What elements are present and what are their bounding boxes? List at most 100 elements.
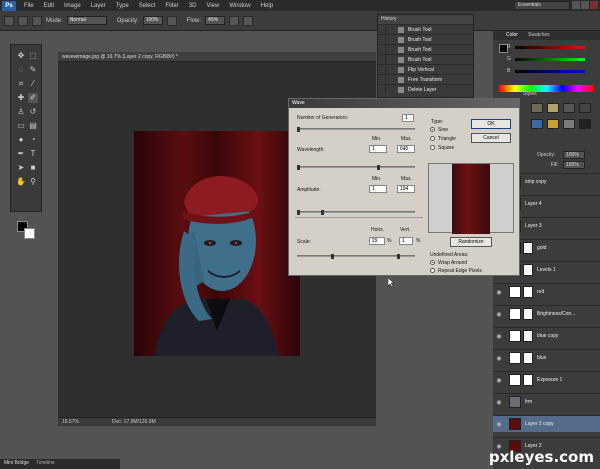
background-color-swatch[interactable]	[24, 228, 35, 239]
history-item[interactable]: Brush Tool	[378, 54, 473, 64]
blue-slider[interactable]: B	[507, 68, 585, 75]
close-icon[interactable]	[590, 1, 598, 9]
layer-mask-thumbnail[interactable]	[523, 374, 533, 386]
generators-input[interactable]: 1	[402, 114, 414, 122]
layer-fill-field[interactable]: 100%	[563, 161, 585, 169]
history-panel-title[interactable]: History	[378, 15, 473, 24]
amplitude-min-input[interactable]: 1	[369, 185, 387, 193]
history-item[interactable]: Delete Layer	[378, 84, 473, 94]
history-brush-tool-icon[interactable]: ↺	[28, 107, 38, 117]
style-swatch[interactable]	[547, 119, 559, 129]
visibility-eye-icon[interactable]: ◉	[493, 421, 505, 428]
pressure-size-icon[interactable]	[243, 15, 254, 26]
style-swatch[interactable]	[579, 119, 591, 129]
brush-size-icon[interactable]	[18, 15, 28, 26]
menu-window[interactable]: Window	[224, 3, 255, 9]
document-info[interactable]: Doc: 17.9M/126.9M	[112, 418, 156, 426]
visibility-eye-icon[interactable]: ◉	[493, 355, 505, 362]
healing-tool-icon[interactable]: ✚	[16, 93, 26, 103]
canvas-image[interactable]	[134, 131, 300, 356]
history-item[interactable]: Brush Tool	[378, 24, 473, 34]
hand-tool-icon[interactable]: ✋	[16, 177, 26, 187]
style-swatch[interactable]	[547, 103, 559, 113]
history-item[interactable]: Brush Tool	[378, 44, 473, 54]
layer-row[interactable]: ◉ Layer 2 copy	[493, 415, 600, 432]
scale-vert-input[interactable]: 1	[399, 237, 413, 245]
layer-thumbnail[interactable]	[509, 330, 521, 342]
menu-layer[interactable]: Layer	[86, 3, 111, 9]
amplitude-max-input[interactable]: 194	[397, 185, 415, 193]
type-triangle-radio[interactable]	[430, 136, 435, 141]
brush-panel-icon[interactable]	[32, 15, 42, 26]
airbrush-icon[interactable]	[229, 15, 240, 26]
layer-opacity-field[interactable]: 100%	[563, 151, 585, 159]
menu-select[interactable]: Select	[134, 3, 161, 9]
color-spectrum[interactable]	[499, 85, 594, 92]
history-item[interactable]: Brush Tool	[378, 34, 473, 44]
layer-row[interactable]: ◉ blue copy	[493, 327, 600, 344]
layer-row[interactable]: ◉ Brightness/Con...	[493, 305, 600, 322]
flow-field[interactable]: 45%	[205, 16, 226, 25]
layer-mask-thumbnail[interactable]	[523, 330, 533, 342]
opacity-field[interactable]: 100%	[142, 16, 163, 25]
layer-row[interactable]: ◉ frm	[493, 393, 600, 410]
layer-thumbnail[interactable]	[509, 352, 521, 364]
menu-filter[interactable]: Filter	[160, 3, 183, 9]
document-tab[interactable]: wavewimage.jpg @ 16.7% (Layer 2 copy, RG…	[58, 52, 376, 62]
path-select-tool-icon[interactable]: ➤	[16, 163, 26, 173]
layer-row[interactable]: ◉ Exposure 1	[493, 371, 600, 388]
layer-mask-thumbnail[interactable]	[523, 352, 533, 364]
menu-edit[interactable]: Edit	[39, 3, 59, 9]
pressure-opacity-icon[interactable]	[166, 15, 177, 26]
layer-row[interactable]: ◉ blue	[493, 349, 600, 366]
style-swatch[interactable]	[579, 103, 591, 113]
minimize-icon[interactable]	[572, 1, 580, 9]
history-item[interactable]: Free Transform	[378, 74, 473, 84]
layer-row[interactable]: ◉ red	[493, 283, 600, 300]
cancel-button[interactable]: Cancel	[471, 133, 511, 143]
scale-horiz-input[interactable]: 29	[369, 237, 385, 245]
amplitude-slider[interactable]	[297, 210, 415, 215]
scale-slider[interactable]	[297, 254, 415, 259]
clone-stamp-tool-icon[interactable]: ♙	[16, 107, 26, 117]
blur-tool-icon[interactable]: ●	[16, 135, 26, 145]
repeat-edge-radio[interactable]	[430, 268, 435, 273]
wave-dialog-title[interactable]: Wave	[289, 99, 519, 108]
green-slider[interactable]: G	[507, 56, 585, 63]
eyedropper-tool-icon[interactable]: ⁄	[28, 79, 38, 89]
layer-thumbnail[interactable]	[509, 308, 521, 320]
layer-thumbnail[interactable]	[509, 374, 521, 386]
ok-button[interactable]: OK	[471, 119, 511, 129]
move-tool-icon[interactable]: ✥	[16, 51, 26, 61]
zoom-tool-icon[interactable]: ⚲	[28, 177, 38, 187]
layer-thumbnail[interactable]	[509, 418, 521, 430]
layer-mask-thumbnail[interactable]	[523, 308, 533, 320]
style-swatch[interactable]	[563, 103, 575, 113]
quick-select-tool-icon[interactable]: ✎	[28, 65, 38, 75]
mode-select[interactable]: Normal	[66, 16, 107, 25]
maximize-icon[interactable]	[581, 1, 589, 9]
layer-mask-thumbnail[interactable]	[523, 286, 533, 298]
marquee-tool-icon[interactable]: ⬚	[28, 51, 38, 61]
tab-timeline[interactable]: Timeline	[36, 460, 55, 466]
style-swatch[interactable]	[563, 119, 575, 129]
visibility-eye-icon[interactable]: ◉	[493, 289, 505, 296]
pen-tool-icon[interactable]: ✒	[16, 149, 26, 159]
visibility-eye-icon[interactable]: ◉	[493, 377, 505, 384]
visibility-eye-icon[interactable]: ◉	[493, 333, 505, 340]
layer-thumbnail[interactable]	[509, 286, 521, 298]
brush-preset-icon[interactable]	[4, 15, 14, 26]
visibility-eye-icon[interactable]: ◉	[493, 399, 505, 406]
red-slider[interactable]: R	[507, 44, 585, 51]
wavelength-slider[interactable]	[297, 165, 415, 170]
style-swatch[interactable]	[531, 103, 543, 113]
tab-mini-bridge[interactable]: Mini Bridge	[4, 460, 29, 466]
menu-help[interactable]: Help	[256, 3, 278, 9]
workspace-select[interactable]: Essentials	[514, 1, 570, 10]
layer-mask-thumbnail[interactable]	[523, 264, 533, 276]
visibility-eye-icon[interactable]: ◉	[493, 311, 505, 318]
styles-panel-title[interactable]: Styles	[523, 91, 537, 97]
menu-view[interactable]: View	[201, 3, 224, 9]
type-tool-icon[interactable]: T	[28, 149, 38, 159]
menu-type[interactable]: Type	[111, 3, 134, 9]
